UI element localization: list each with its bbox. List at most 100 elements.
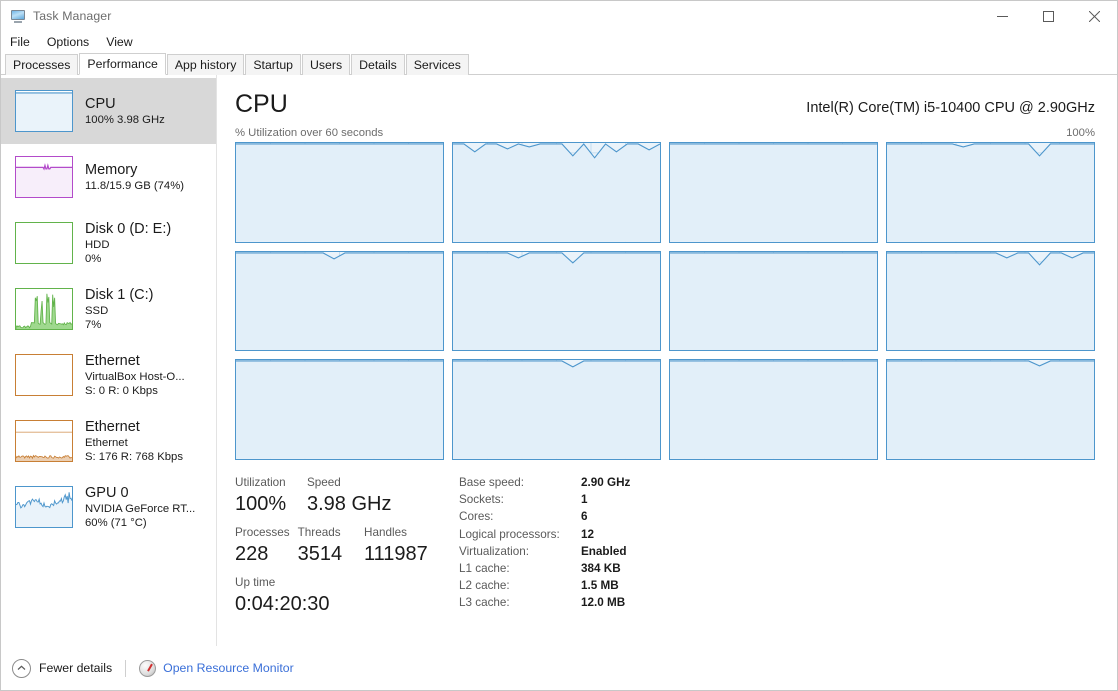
cpu-detail-value: 1 [581,493,588,507]
logical-processor-graph-grid[interactable] [235,142,1095,460]
uptime-label: Up time [235,576,276,589]
chevron-up-icon [12,658,31,678]
cpu-detail-row: Cores: 6 [459,508,630,525]
main-header: CPU Intel(R) Core(TM) i5-10400 CPU @ 2.9… [235,89,1095,119]
menu-item-file[interactable]: File [10,33,39,51]
cpu-detail-value: Enabled [581,544,627,558]
sidebar-item-text: Disk 0 (D: E:) HDD 0% [85,221,171,266]
cpu-model-label: Intel(R) Core(TM) i5-10400 CPU @ 2.90GHz [806,100,1095,116]
sidebar-thumbnail-graph [15,288,73,330]
sidebar-item-metric: S: 176 R: 768 Kbps [85,450,183,463]
cpu-detail-value: 384 KB [581,562,621,576]
menu-bar: File Options View [1,31,1117,53]
cpu-detail-label: L2 cache: [459,579,510,593]
sidebar-item-title: Ethernet [85,352,140,369]
title-bar: Task Manager [1,1,1117,31]
tab-details[interactable]: Details [351,54,405,75]
cpu-core-graph[interactable] [886,359,1095,460]
cpu-details-list: Base speed: 2.90 GHz Sockets: 1 Cores: 6 Logic… [459,474,630,618]
cpu-detail-label: Virtualization: [459,544,529,558]
cpu-detail-row: Base speed: 2.90 GHz [459,474,630,491]
task-manager-icon [10,8,26,24]
minimize-button[interactable] [979,1,1025,31]
sidebar-item-gpu-0[interactable]: GPU 0 NVIDIA GeForce RT... 60% (71 °C) [1,474,216,540]
menu-item-view[interactable]: View [106,33,141,51]
graph-caption: % Utilization over 60 seconds [235,127,384,139]
cpu-detail-value: 12 [581,527,595,541]
tab-startup[interactable]: Startup [245,54,301,75]
sidebar-item-subtitle: 11.8/15.9 GB (74%) [85,179,185,192]
sidebar-item-subtitle: HDD [85,238,110,251]
sidebar-item-subtitle: SSD [85,304,109,317]
cpu-stats-left: Utilization Speed 100% 3.98 GHz Processe… [235,474,447,618]
tab-app-history[interactable]: App history [166,54,245,75]
footer-bar: Fewer details Open Resource Monitor [1,646,1117,690]
cpu-detail-label: Base speed: [459,476,524,489]
cpu-core-graph[interactable] [452,359,661,460]
sidebar-item-title: Memory [85,161,138,178]
performance-main-pane: CPU Intel(R) Core(TM) i5-10400 CPU @ 2.9… [217,75,1117,677]
processes-value: 228 [235,543,269,565]
cpu-detail-row: Logical processors: 12 [459,526,630,543]
cpu-core-graph[interactable] [669,359,878,460]
threads-value: 3514 [297,543,343,565]
sidebar-item-title: Ethernet [85,418,140,435]
close-button[interactable] [1071,1,1117,31]
open-resource-monitor-link[interactable]: Open Resource Monitor [139,659,294,677]
cpu-core-graph[interactable] [452,250,661,352]
sidebar-item-text: CPU 100% 3.98 GHz [85,96,165,127]
sidebar-item-title: Disk 0 (D: E:) [85,220,172,237]
tab-processes[interactable]: Processes [5,54,79,75]
graph-max-label: 100% [1066,127,1095,139]
menu-item-options[interactable]: Options [47,33,98,51]
sidebar-item-cpu[interactable]: CPU 100% 3.98 GHz [1,78,216,144]
cpu-core-graph[interactable] [235,142,444,243]
cpu-core-graph[interactable] [235,250,444,352]
sidebar-item-metric: 60% (71 °C) [85,516,147,529]
sidebar-item-text: Ethernet VirtualBox Host-O... S: 0 R: 0 Kb… [85,353,185,398]
cpu-detail-row: L2 cache: 1.5 MB [459,577,630,594]
tab-strip: Processes Performance App history Startu… [1,53,1117,75]
sidebar-item-text: Disk 1 (C:) SSD 7% [85,287,153,332]
cpu-core-graph[interactable] [235,359,444,460]
speed-value: 3.98 GHz [307,493,392,515]
cpu-core-graph[interactable] [886,250,1095,352]
sidebar-item-disk-0[interactable]: Disk 0 (D: E:) HDD 0% [1,210,216,276]
sidebar-item-memory[interactable]: Memory 11.8/15.9 GB (74%) [1,144,216,210]
threads-label: Threads [297,526,341,539]
sidebar-item-metric: 0% [85,252,102,265]
tab-services[interactable]: Services [405,54,469,75]
cpu-detail-value: 1.5 MB [581,579,619,593]
fewer-details-button[interactable]: Fewer details [12,658,112,678]
maximize-button[interactable] [1025,1,1071,31]
sidebar-item-text: Ethernet Ethernet S: 176 R: 768 Kbps [85,419,183,464]
cpu-detail-label: L3 cache: [459,596,510,610]
cpu-core-graph[interactable] [886,142,1095,243]
tab-users[interactable]: Users [302,54,351,75]
sidebar-thumbnail-graph [15,90,73,132]
speed-label: Speed [307,476,341,489]
resource-monitor-icon [139,659,157,677]
cpu-core-graph[interactable] [669,142,878,243]
cpu-detail-label: L1 cache: [459,562,510,576]
cpu-detail-value: 12.0 MB [581,596,626,610]
sidebar-item-ethernet-virtualbox[interactable]: Ethernet VirtualBox Host-O... S: 0 R: 0 Kb… [1,342,216,408]
cpu-detail-label: Cores: [459,510,494,524]
sidebar-item-disk-1[interactable]: Disk 1 (C:) SSD 7% [1,276,216,342]
sidebar-item-subtitle: 100% 3.98 GHz [85,113,165,126]
sidebar-thumbnail-graph [15,156,73,198]
sidebar-item-title: Disk 1 (C:) [85,286,154,303]
resource-sidebar: CPU 100% 3.98 GHz Memory 11.8/15.9 GB (74%)… [1,75,217,677]
cpu-detail-value: 6 [581,510,588,524]
sidebar-item-ethernet[interactable]: Ethernet Ethernet S: 176 R: 768 Kbps [1,408,216,474]
handles-value: 111987 [364,543,428,565]
cpu-detail-row: L1 cache: 384 KB [459,560,630,577]
cpu-detail-label: Sockets: [459,493,504,507]
cpu-core-graph[interactable] [669,250,878,352]
cpu-statistics: Utilization Speed 100% 3.98 GHz Processe… [235,474,1095,618]
cpu-core-graph[interactable] [452,142,661,243]
sidebar-item-metric: 7% [85,318,102,331]
footer-divider [125,659,127,677]
utilization-value: 100% [235,493,287,515]
tab-performance[interactable]: Performance [79,53,166,75]
